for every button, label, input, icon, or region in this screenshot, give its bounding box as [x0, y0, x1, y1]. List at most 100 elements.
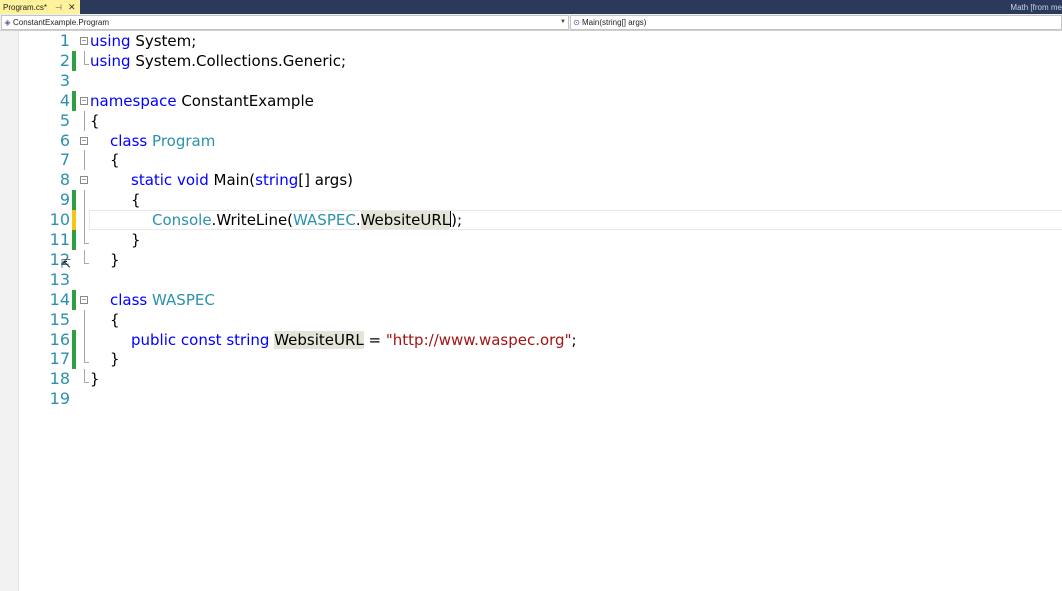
- tab-math-label: Math [from me: [1010, 2, 1062, 12]
- type-dropdown[interactable]: ◈ ConstantExample.Program ▼: [1, 15, 569, 30]
- outline-end: [84, 349, 89, 364]
- code-token: WebsiteURL: [274, 330, 364, 349]
- code-text[interactable]: using System;: [90, 31, 196, 51]
- code-token: void: [176, 171, 209, 190]
- code-text[interactable]: class WASPEC: [110, 290, 215, 310]
- line-number: 2: [59, 50, 70, 70]
- change-indicator: [72, 329, 76, 350]
- code-token: .: [355, 211, 361, 230]
- collapse-icon[interactable]: −: [80, 136, 88, 145]
- code-text[interactable]: }: [110, 349, 120, 369]
- code-token: ;: [571, 330, 577, 349]
- outline-guide: [84, 110, 85, 131]
- code-line[interactable]: 15 {: [0, 309, 1062, 330]
- code-line[interactable]: 11}: [0, 230, 1062, 250]
- code-token: public: [131, 330, 177, 349]
- code-line[interactable]: 8 − static void Main(string[] args): [0, 170, 1062, 190]
- code-token: Console: [152, 211, 212, 230]
- code-text[interactable]: static void Main(string[] args): [131, 170, 353, 190]
- code-token: class: [110, 131, 148, 150]
- code-token: class: [110, 290, 148, 309]
- line-number: 4: [59, 90, 70, 110]
- method-icon: ⊙: [573, 18, 580, 27]
- code-text[interactable]: class Program: [110, 131, 215, 151]
- tab-program-cs[interactable]: Program.cs* ⊣ ✕: [0, 0, 80, 14]
- code-token: Program: [152, 131, 216, 150]
- change-indicator: [72, 190, 76, 211]
- tab-title: Program.cs*: [3, 2, 48, 12]
- code-line[interactable]: 7{: [0, 150, 1062, 171]
- code-line[interactable]: 6 − class Program: [0, 131, 1062, 151]
- code-line[interactable]: 10 Console.WriteLine(WASPEC.WebsiteURL);: [0, 210, 1062, 231]
- outline-end: [84, 230, 89, 244]
- code-token: .WriteLine(: [211, 211, 294, 230]
- code-line[interactable]: 5{: [0, 110, 1062, 131]
- pin-icon[interactable]: ⊣: [55, 3, 62, 12]
- code-line[interactable]: 19: [0, 389, 1062, 409]
- close-icon[interactable]: ✕: [68, 2, 76, 13]
- code-text[interactable]: {: [110, 310, 120, 330]
- code-text[interactable]: {: [131, 190, 141, 210]
- chevron-down-icon[interactable]: ▼: [560, 19, 566, 25]
- line-number: 11: [49, 230, 70, 249]
- line-number: 17: [49, 349, 70, 369]
- code-text[interactable]: using System.Collections.Generic;: [90, 51, 346, 71]
- code-text[interactable]: }: [131, 230, 141, 250]
- code-line[interactable]: 14 − class WASPEC: [0, 289, 1062, 310]
- code-line[interactable]: 13: [0, 270, 1062, 290]
- line-number: 14: [49, 289, 70, 309]
- code-line[interactable]: 16 public const string WebsiteURL = "http…: [0, 329, 1062, 350]
- code-text[interactable]: Console.WriteLine(WASPEC.WebsiteURL);: [152, 210, 462, 230]
- code-line[interactable]: 4 − namespace ConstantExample: [0, 90, 1062, 111]
- outline-end: [84, 249, 89, 264]
- code-token: );: [451, 211, 463, 230]
- change-indicator: [72, 289, 76, 310]
- code-text[interactable]: public const string WebsiteURL = "http:/…: [131, 330, 577, 350]
- code-line[interactable]: 2 using System.Collections.Generic;: [0, 50, 1062, 71]
- code-text[interactable]: }: [90, 369, 100, 389]
- code-token: using: [90, 32, 131, 50]
- code-token: {: [131, 191, 141, 210]
- class-icon: ◈: [4, 18, 11, 27]
- change-indicator: [72, 230, 76, 250]
- code-token: Main(: [213, 171, 256, 190]
- code-line[interactable]: 1 − using System;: [0, 31, 1062, 51]
- code-token: }: [110, 250, 120, 269]
- change-indicator: [72, 349, 76, 370]
- code-token: }: [131, 231, 141, 249]
- code-editor[interactable]: 1− using System; 2 using System.Collections…: [0, 31, 1062, 591]
- collapse-icon[interactable]: −: [80, 295, 88, 304]
- outline-guide: [84, 309, 85, 330]
- code-token: WebsiteURL: [360, 211, 451, 230]
- code-text[interactable]: }: [110, 250, 120, 270]
- member-dropdown-value: Main(string[] args): [582, 18, 647, 27]
- code-line[interactable]: 17}: [0, 349, 1062, 370]
- line-number: 18: [49, 369, 70, 389]
- code-line[interactable]: 9{: [0, 190, 1062, 211]
- code-token: {: [90, 111, 100, 130]
- change-indicator: [72, 90, 76, 111]
- line-number: 15: [49, 309, 70, 329]
- code-token: string: [226, 330, 270, 349]
- code-line[interactable]: 12}: [0, 249, 1062, 270]
- collapse-icon[interactable]: −: [80, 176, 88, 185]
- code-text[interactable]: {: [110, 150, 120, 170]
- document-tab-strip: Program.cs* ⊣ ✕ Math [from me: [0, 0, 1062, 14]
- code-text[interactable]: {: [90, 111, 100, 131]
- code-text[interactable]: namespace ConstantExample: [90, 91, 314, 111]
- collapse-icon[interactable]: −: [80, 37, 88, 45]
- code-token: {: [110, 151, 120, 170]
- code-token: {: [110, 310, 120, 329]
- code-line[interactable]: 18}: [0, 369, 1062, 389]
- type-dropdown-value: ConstantExample.Program: [13, 18, 110, 27]
- code-token: namespace: [90, 91, 177, 110]
- line-number: 19: [49, 389, 70, 409]
- line-number: 6: [59, 130, 70, 150]
- code-token: using: [90, 51, 131, 70]
- line-number: 8: [59, 170, 70, 190]
- mouse-cursor-icon: ⇱: [61, 257, 72, 271]
- code-line[interactable]: 3: [0, 71, 1062, 91]
- member-dropdown[interactable]: ⊙ Main(string[] args): [570, 15, 1062, 30]
- tab-math[interactable]: Math [from me: [1010, 0, 1062, 14]
- collapse-icon[interactable]: −: [80, 96, 88, 105]
